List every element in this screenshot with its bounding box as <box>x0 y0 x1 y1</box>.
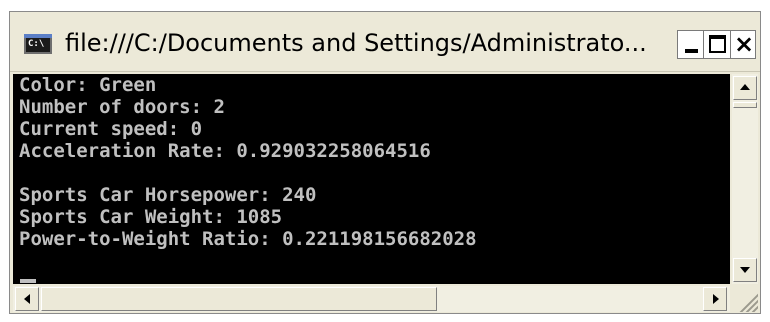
close-icon: × <box>734 30 755 58</box>
minimize-button[interactable] <box>677 30 706 59</box>
console-line: Sports Car Horsepower: 240 <box>19 184 317 206</box>
close-button[interactable]: × <box>730 30 756 59</box>
vertical-scrollbar[interactable] <box>732 74 758 284</box>
console-output[interactable]: Color: Green Number of doors: 2 Current … <box>13 74 730 284</box>
maximize-button[interactable] <box>703 30 732 59</box>
console-line: Number of doors: 2 <box>19 96 225 118</box>
arrow-right-icon <box>713 294 719 304</box>
console-line: Current speed: 0 <box>19 118 203 140</box>
horizontal-scrollbar[interactable] <box>13 286 730 312</box>
title-bar[interactable]: C:\ file:///C:/Documents and Settings/Ad… <box>10 12 760 72</box>
console-line: Sports Car Weight: 1085 <box>19 206 283 228</box>
scroll-down-button[interactable] <box>733 258 757 282</box>
console-line: Acceleration Rate: 0.929032258064516 <box>19 140 431 162</box>
console-line: Power-to-Weight Ratio: 0.221198156682028 <box>19 228 477 250</box>
console-line: Color: Green <box>19 74 157 96</box>
scroll-right-button[interactable] <box>703 287 727 311</box>
vertical-scroll-thumb[interactable] <box>733 102 757 108</box>
window-title: file:///C:/Documents and Settings/Admini… <box>65 29 647 57</box>
arrow-up-icon <box>740 84 750 90</box>
console-window: C:\ file:///C:/Documents and Settings/Ad… <box>9 11 761 314</box>
arrow-down-icon <box>740 267 750 273</box>
arrow-left-icon <box>24 294 30 304</box>
horizontal-scroll-thumb[interactable] <box>41 287 437 311</box>
console-icon[interactable]: C:\ <box>24 34 52 54</box>
resize-grip[interactable] <box>732 286 758 312</box>
scroll-up-button[interactable] <box>733 76 757 100</box>
text-cursor <box>20 279 36 283</box>
scroll-left-button[interactable] <box>15 287 39 311</box>
